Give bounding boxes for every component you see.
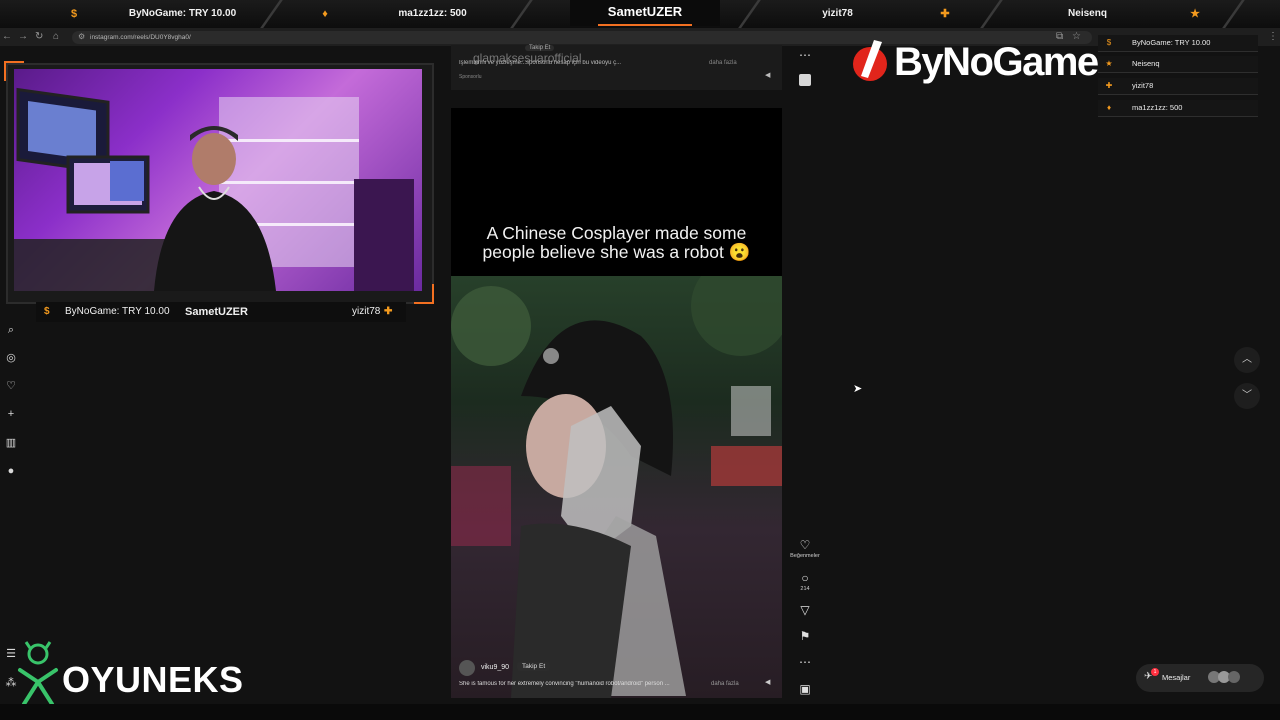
like-button[interactable]: ♡ Beğenmeler xyxy=(790,538,820,560)
comment-count: 214 xyxy=(800,586,810,592)
stream-overlay-topbar: $ ByNoGame: TRY 10.00 ♦ ma1zz1zz: 500 Sa… xyxy=(0,0,1280,29)
next-reel-button[interactable]: ﹀ xyxy=(1234,383,1260,409)
webcam-follower: yizit78 xyxy=(352,306,381,317)
topbar-bits: ma1zz1zz: 500 xyxy=(398,8,467,19)
like-label: Beğenmeler xyxy=(790,553,820,559)
plus-icon: ✚ xyxy=(940,8,950,20)
topbar-channel-name: SametUZER xyxy=(570,0,720,26)
messages-badge: 1 xyxy=(1151,668,1159,676)
alert-row: ♦ ma1zz1zz: 500 xyxy=(1098,100,1258,117)
chevron-up-icon[interactable]: ︿ xyxy=(1242,354,1252,365)
previous-reel-caption: İşlemlerini ve yüzleşme...sponsorlu hesa… xyxy=(459,60,622,66)
topbar-divider xyxy=(1222,0,1245,28)
share-icon[interactable]: ▽ xyxy=(790,603,820,617)
oyuneks-logo: OYUNEKS xyxy=(14,640,244,710)
star-icon: ★ xyxy=(1105,59,1113,68)
avatar xyxy=(1228,671,1240,683)
forward-icon[interactable]: → xyxy=(18,30,28,44)
cosplayer-scene xyxy=(451,276,782,698)
webcam-video xyxy=(14,69,422,291)
bottom-strip xyxy=(0,704,1280,720)
oyuneks-mascot-icon xyxy=(18,641,58,706)
more-options-icon[interactable]: ⋯ xyxy=(790,48,820,62)
reel-more-link[interactable]: daha fazla xyxy=(711,681,739,687)
nav-create-icon[interactable]: + xyxy=(4,407,18,421)
previous-reel-more-link[interactable]: daha fazla xyxy=(709,60,737,66)
webcam-scene xyxy=(14,87,414,291)
sponsored-label: Sponsorlu xyxy=(459,74,482,80)
bynogame-mark-icon xyxy=(853,40,887,81)
topbar-follower: yizit78 xyxy=(822,8,853,19)
reel-title-line2: people believe she was a robot 😮 xyxy=(482,242,751,262)
save-icon[interactable]: ⚑ xyxy=(790,629,820,643)
comment-icon[interactable]: ○ xyxy=(801,571,808,585)
heart-icon[interactable]: ♡ xyxy=(800,538,811,552)
audio-icon[interactable] xyxy=(790,74,820,86)
topbar-subscriber: Neisenq xyxy=(1068,8,1107,19)
reel-title-line1: A Chinese Cosplayer made some xyxy=(486,223,747,243)
alert-row: ★ Neisenq xyxy=(1098,56,1258,73)
coin-icon: $ xyxy=(1106,38,1112,47)
nav-search-icon[interactable]: ⌕ xyxy=(4,323,18,337)
home-icon[interactable]: ⌂ xyxy=(53,30,59,44)
mute-icon[interactable]: ◀ xyxy=(765,71,770,79)
plus-icon: ✚ xyxy=(384,306,393,317)
reel-video-frame xyxy=(451,276,782,698)
topbar-donation: ByNoGame: TRY 10.00 xyxy=(128,8,237,19)
webcam-info-bar: $ ByNoGame: TRY 10.00 SametUZER yizit78 … xyxy=(36,302,406,322)
nav-profile-icon[interactable]: ● xyxy=(4,464,18,478)
reel-follow-button[interactable]: Takip Et xyxy=(517,662,551,671)
star-icon: ★ xyxy=(1190,8,1200,20)
nav-explore-icon[interactable]: ◎ xyxy=(4,351,18,365)
browser-menu-icon[interactable]: ⋮ xyxy=(1268,30,1278,44)
webcam-donation: ByNoGame: TRY 10.00 xyxy=(65,306,170,317)
mute-icon[interactable]: ◀ xyxy=(765,678,770,686)
alert-text: yizit78 xyxy=(1132,81,1154,90)
alert-row: $ ByNoGame: TRY 10.00 xyxy=(1098,35,1258,52)
previous-reel-button[interactable]: ︿ xyxy=(1234,347,1260,373)
reel-author-username[interactable]: viku9_90 xyxy=(481,664,509,671)
messages-button[interactable]: ✈ 1 Mesajlar xyxy=(1136,664,1264,692)
oyuneks-wordmark: OYUNEKS xyxy=(62,659,244,700)
chevron-down-icon[interactable]: ﹀ xyxy=(1242,390,1252,401)
plus-icon: ✚ xyxy=(1105,81,1113,90)
site-info-icon[interactable]: ⚙ xyxy=(78,30,85,44)
alert-text: ma1zz1zz: 500 xyxy=(1132,103,1183,112)
coin-icon: $ xyxy=(70,8,78,20)
reel-caption: She is famous for her extremely convinci… xyxy=(459,681,670,687)
nav-dashboard-icon[interactable]: ▥ xyxy=(4,436,18,450)
nav-notifications-icon[interactable]: ♡ xyxy=(4,379,18,393)
reel-video[interactable]: A Chinese Cosplayer made some people bel… xyxy=(451,108,782,698)
messages-label[interactable]: Mesajlar xyxy=(1162,673,1190,682)
bynogame-logo: ByNoGame xyxy=(852,36,1099,88)
bynogame-wordmark: ByNoGame xyxy=(894,40,1099,84)
previous-reel[interactable]: glamaksesuarofficial Takip Et İşlemlerin… xyxy=(451,45,782,90)
audio-thumbnail-icon[interactable]: ▣ xyxy=(790,682,820,696)
mouse-cursor-icon: ➤ xyxy=(853,383,863,395)
topbar-accent-line xyxy=(598,24,692,26)
comment-button[interactable]: ○ 214 xyxy=(790,571,820,593)
reel-overlay-title: A Chinese Cosplayer made some people bel… xyxy=(451,224,782,262)
flame-icon: ♦ xyxy=(1106,103,1112,112)
coin-icon: $ xyxy=(44,306,50,317)
previous-reel-follow-button[interactable]: Takip Et xyxy=(525,45,555,51)
reload-icon[interactable]: ↻ xyxy=(35,30,43,44)
webcam-channel-name: SametUZER xyxy=(185,306,248,318)
flame-icon: ♦ xyxy=(322,8,328,20)
alert-row: ✚ yizit78 xyxy=(1098,78,1258,95)
reel-author-avatar[interactable] xyxy=(459,660,475,676)
reel-more-icon[interactable]: ⋯ xyxy=(790,655,820,669)
address-url[interactable]: instagram.com/reels/DU0Y8vgha0/ xyxy=(90,32,191,43)
alert-text: ByNoGame: TRY 10.00 xyxy=(1132,38,1211,47)
back-icon[interactable]: ← xyxy=(2,30,12,44)
alert-text: Neisenq xyxy=(1132,59,1160,68)
